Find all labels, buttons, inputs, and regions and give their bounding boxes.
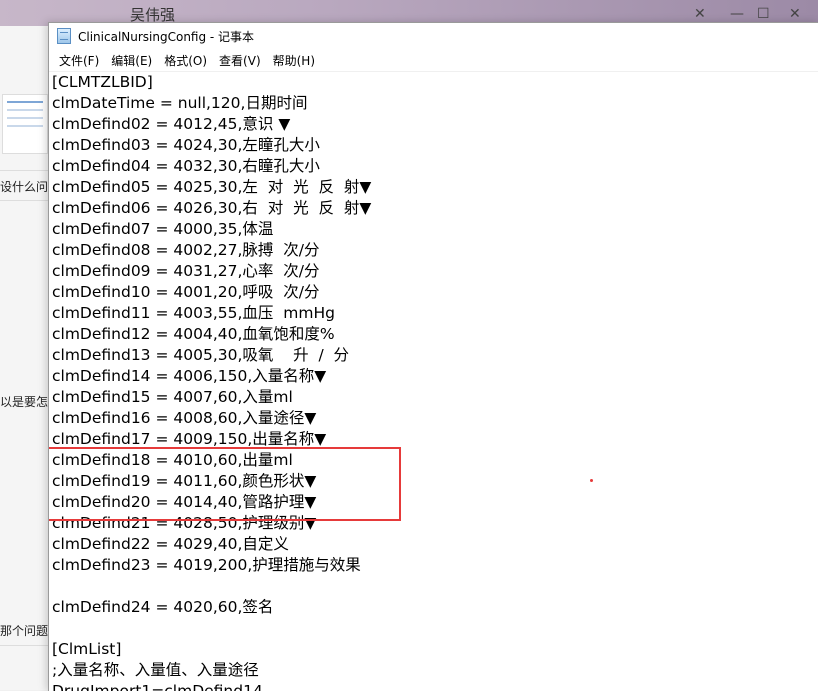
text-line: ;入量名称、入量值、入量途径: [52, 661, 259, 679]
notepad-icon: [57, 28, 71, 44]
background-snippet: 那个问题: [0, 624, 48, 638]
text-line: [CLMTZLBID]: [52, 73, 153, 91]
text-line: clmDateTime = null,120,日期时间: [52, 94, 308, 112]
background-snippet: 设什么问: [0, 180, 48, 194]
text-line: clmDefind21 = 4028,50,护理级别▼: [52, 514, 317, 532]
text-line: clmDefind09 = 4031,27,心率 次/分: [52, 262, 320, 280]
text-line: clmDefind11 = 4003,55,血压 mmHg: [52, 304, 335, 322]
text-line: [ClmList]: [52, 640, 122, 658]
menu-edit[interactable]: 编辑(E): [105, 50, 158, 71]
text-line: clmDefind13 = 4005,30,吸氧 升 / 分: [52, 346, 350, 364]
menu-format[interactable]: 格式(O): [158, 50, 213, 71]
text-line: clmDefind19 = 4011,60,颜色形状▼: [52, 472, 317, 490]
text-line: clmDefind02 = 4012,45,意识 ▼: [52, 115, 291, 133]
notepad-window: ClinicalNursingConfig - 记事本 文件(F) 编辑(E) …: [48, 22, 818, 691]
background-thumbnail: [2, 94, 48, 154]
background-maximize-icon: ☐: [757, 6, 770, 22]
text-line: clmDefind15 = 4007,60,入量ml: [52, 388, 293, 406]
text-line: clmDefind20 = 4014,40,管路护理▼: [52, 493, 317, 511]
menu-view[interactable]: 查看(V): [213, 50, 267, 71]
background-close-icon: ✕: [789, 6, 801, 22]
text-line: [52, 618, 818, 639]
text-line: clmDefind17 = 4009,150,出量名称▼: [52, 430, 327, 448]
text-line: clmDefind05 = 4025,30,左 对 光 反 射▼: [52, 178, 372, 196]
text-line: clmDefind23 = 4019,200,护理措施与效果: [52, 556, 361, 574]
title-bar[interactable]: ClinicalNursingConfig - 记事本: [49, 23, 818, 49]
window-title: ClinicalNursingConfig - 记事本: [78, 29, 255, 44]
text-line: clmDefind24 = 4020,60,签名: [52, 598, 274, 616]
text-editor[interactable]: [CLMTZLBID] clmDateTime = null,120,日期时间 …: [49, 72, 818, 691]
text-line: clmDefind03 = 4024,30,左瞳孔大小: [52, 136, 320, 154]
background-snippet: 以是要怎: [0, 395, 48, 409]
background-chevron-icon: ✕: [694, 6, 706, 22]
text-line: clmDefind10 = 4001,20,呼吸 次/分: [52, 283, 320, 301]
text-line: clmDefind04 = 4032,30,右瞳孔大小: [52, 157, 320, 175]
background-app-panel: 设什么问 以是要怎 那个问题: [0, 0, 48, 690]
text-line: clmDefind18 = 4010,60,出量ml: [52, 451, 293, 469]
text-line: clmDefind22 = 4029,40,自定义: [52, 535, 289, 553]
text-line: clmDefind07 = 4000,35,体温: [52, 220, 274, 238]
text-line: [52, 576, 818, 597]
text-line: clmDefind06 = 4026,30,右 对 光 反 射▼: [52, 199, 372, 217]
text-line: clmDefind14 = 4006,150,入量名称▼: [52, 367, 327, 385]
menu-bar: 文件(F) 编辑(E) 格式(O) 查看(V) 帮助(H): [49, 49, 818, 72]
text-line: clmDefind12 = 4004,40,血氧饱和度%: [52, 325, 335, 343]
annotation-dot: [590, 479, 593, 482]
menu-file[interactable]: 文件(F): [53, 50, 105, 71]
background-minimize-icon: —: [730, 6, 744, 22]
text-line: clmDefind08 = 4002,27,脉搏 次/分: [52, 241, 320, 259]
menu-help[interactable]: 帮助(H): [267, 50, 321, 71]
text-line: clmDefind16 = 4008,60,入量途径▼: [52, 409, 317, 427]
